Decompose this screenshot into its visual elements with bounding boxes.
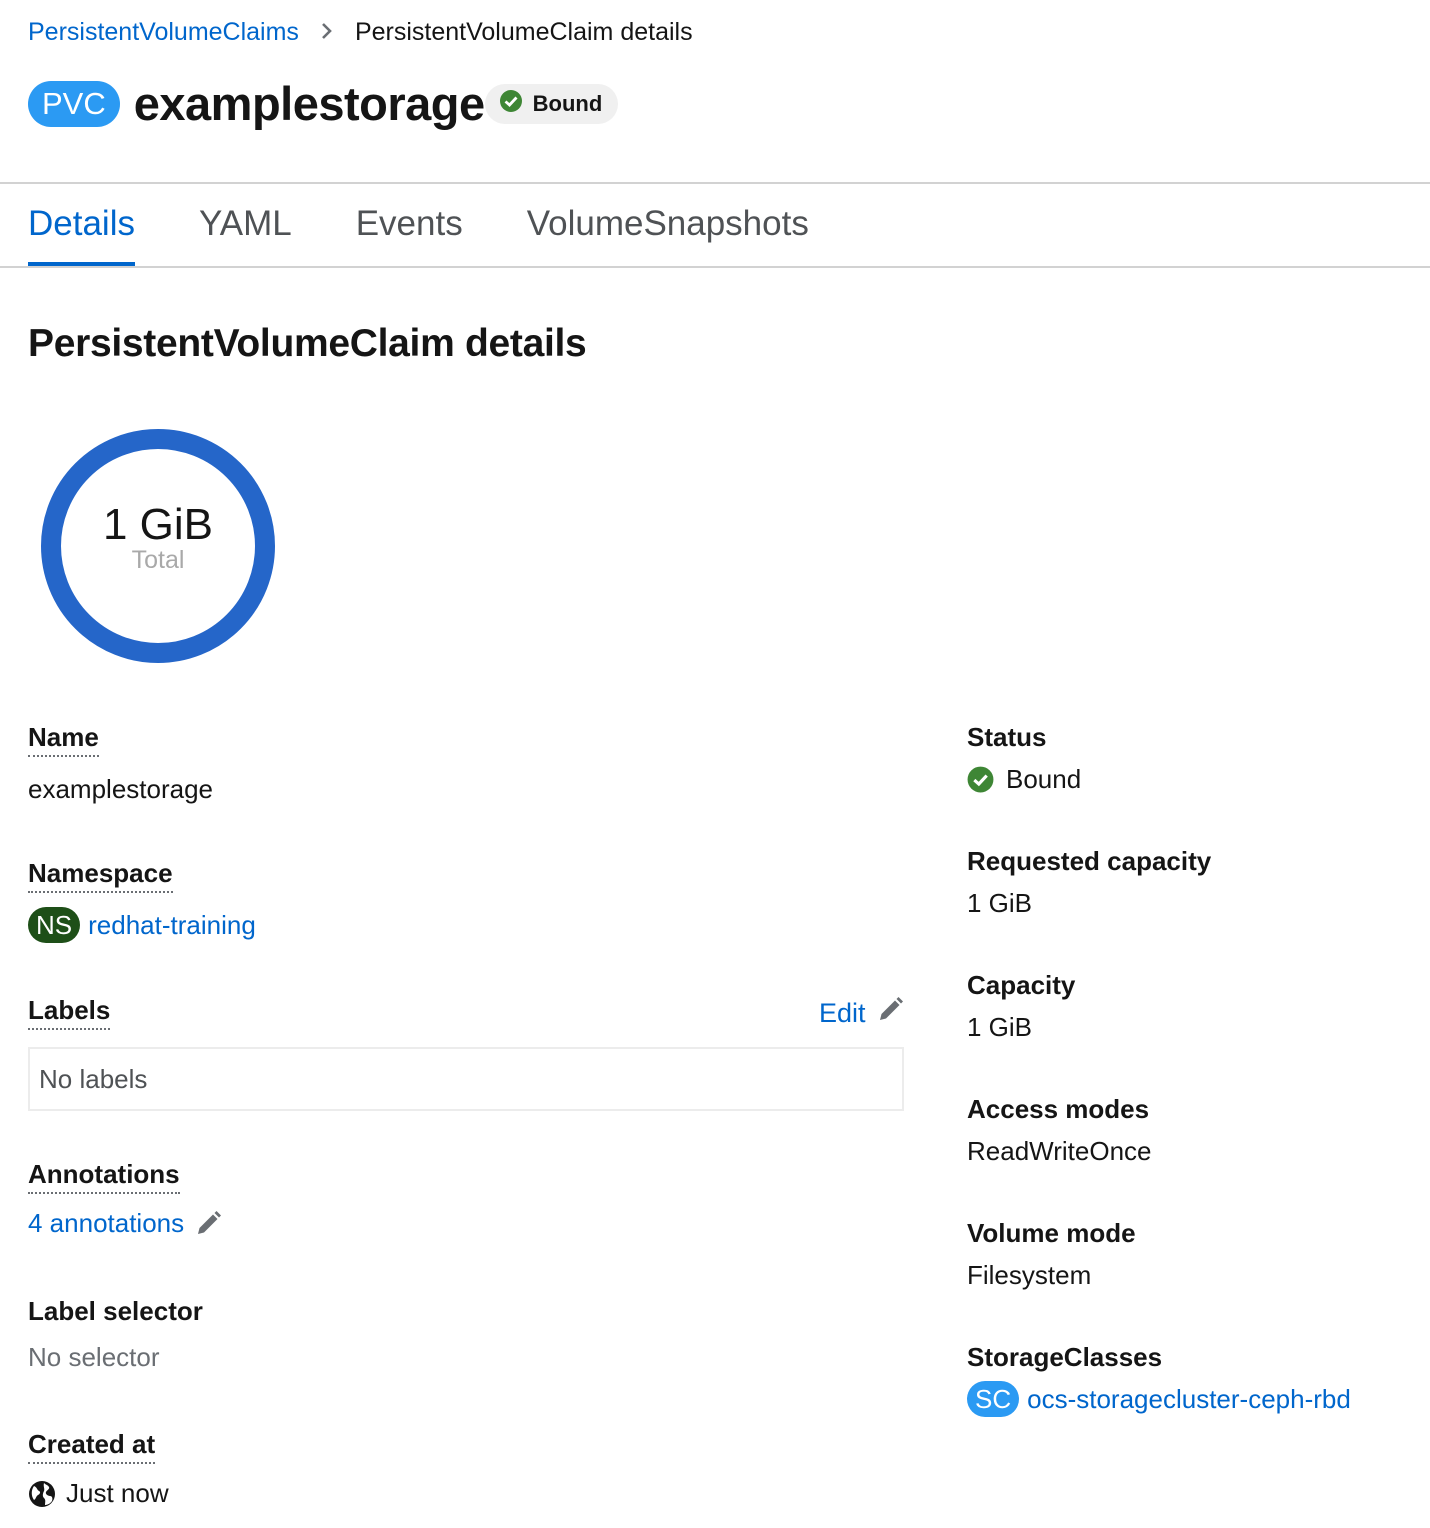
access-modes-value: ReadWriteOnce: [967, 1136, 1152, 1166]
labels-empty-text: No labels: [39, 1063, 148, 1094]
created-at-value: Just now: [28, 1478, 169, 1509]
edit-labels-button[interactable]: Edit: [819, 996, 904, 1031]
check-circle-icon: [967, 766, 994, 793]
chevron-right-icon: [307, 18, 347, 47]
pencil-icon[interactable]: [194, 1210, 222, 1238]
capacity-label: Capacity: [967, 970, 1076, 1000]
status-badge-label: Bound: [532, 90, 603, 116]
annotations-link[interactable]: 4 annotations: [28, 1208, 184, 1239]
pvc-kind-badge: PVC: [28, 80, 120, 127]
check-circle-icon: [499, 89, 523, 119]
tab-volumesnapshots[interactable]: VolumeSnapshots: [527, 184, 809, 266]
requested-capacity-value: 1 GiB: [967, 888, 1033, 918]
storageclass-link[interactable]: ocs-storagecluster-ceph-rbd: [1027, 1384, 1351, 1415]
tab-bar: Details YAML Events VolumeSnapshots: [28, 184, 873, 266]
name-value: examplestorage: [28, 774, 213, 804]
namespace-link[interactable]: redhat-training: [88, 910, 256, 941]
tab-details[interactable]: Details: [28, 184, 135, 266]
access-modes-label: Access modes: [967, 1094, 1150, 1124]
storage-classes-label: StorageClasses: [967, 1342, 1163, 1372]
globe-icon: [28, 1480, 56, 1508]
created-at-label[interactable]: Created at: [28, 1429, 156, 1464]
section-title: PersistentVolumeClaim details: [28, 322, 587, 365]
namespace-label[interactable]: Namespace: [28, 858, 173, 893]
labels-box: No labels: [28, 1047, 904, 1111]
created-at-text: Just now: [66, 1478, 169, 1508]
edit-labels-label: Edit: [819, 998, 866, 1028]
annotations-label[interactable]: Annotations: [28, 1159, 180, 1194]
requested-capacity-label: Requested capacity: [967, 846, 1212, 876]
pencil-icon: [866, 996, 904, 1031]
label-selector-label: Label selector: [28, 1296, 203, 1326]
page-title: examplestorage: [133, 77, 485, 130]
volume-mode-label: Volume mode: [967, 1218, 1136, 1248]
breadcrumb: PersistentVolumeClaims PersistentVolumeC…: [28, 18, 693, 47]
status-value: Bound: [967, 764, 1081, 795]
breadcrumb-link-pvcs[interactable]: PersistentVolumeClaims: [28, 18, 299, 47]
volume-mode-value: Filesystem: [967, 1260, 1092, 1290]
label-selector-value: No selector: [28, 1342, 160, 1372]
name-label[interactable]: Name: [28, 722, 99, 757]
storageclass-badge: SC: [967, 1381, 1020, 1417]
capacity-value: 1 GiB: [967, 1012, 1033, 1042]
labels-label[interactable]: Labels: [28, 995, 111, 1030]
tab-yaml[interactable]: YAML: [199, 184, 292, 266]
status-badge: Bound: [484, 83, 619, 124]
divider: [0, 266, 1430, 268]
status-label: Status: [967, 722, 1047, 752]
page-header: PVC examplestorage Bound: [28, 76, 619, 131]
donut-value: 1 GiB: [102, 500, 214, 549]
namespace-value: NS redhat-training: [28, 907, 256, 943]
status-text: Bound: [1006, 764, 1082, 794]
storage-classes-value: SC ocs-storagecluster-ceph-rbd: [967, 1381, 1351, 1417]
annotations-value: 4 annotations: [28, 1208, 222, 1239]
breadcrumb-current: PersistentVolumeClaim details: [354, 18, 693, 46]
tab-events[interactable]: Events: [356, 184, 463, 266]
donut-label: Total: [131, 546, 185, 574]
namespace-badge: NS: [28, 907, 81, 943]
